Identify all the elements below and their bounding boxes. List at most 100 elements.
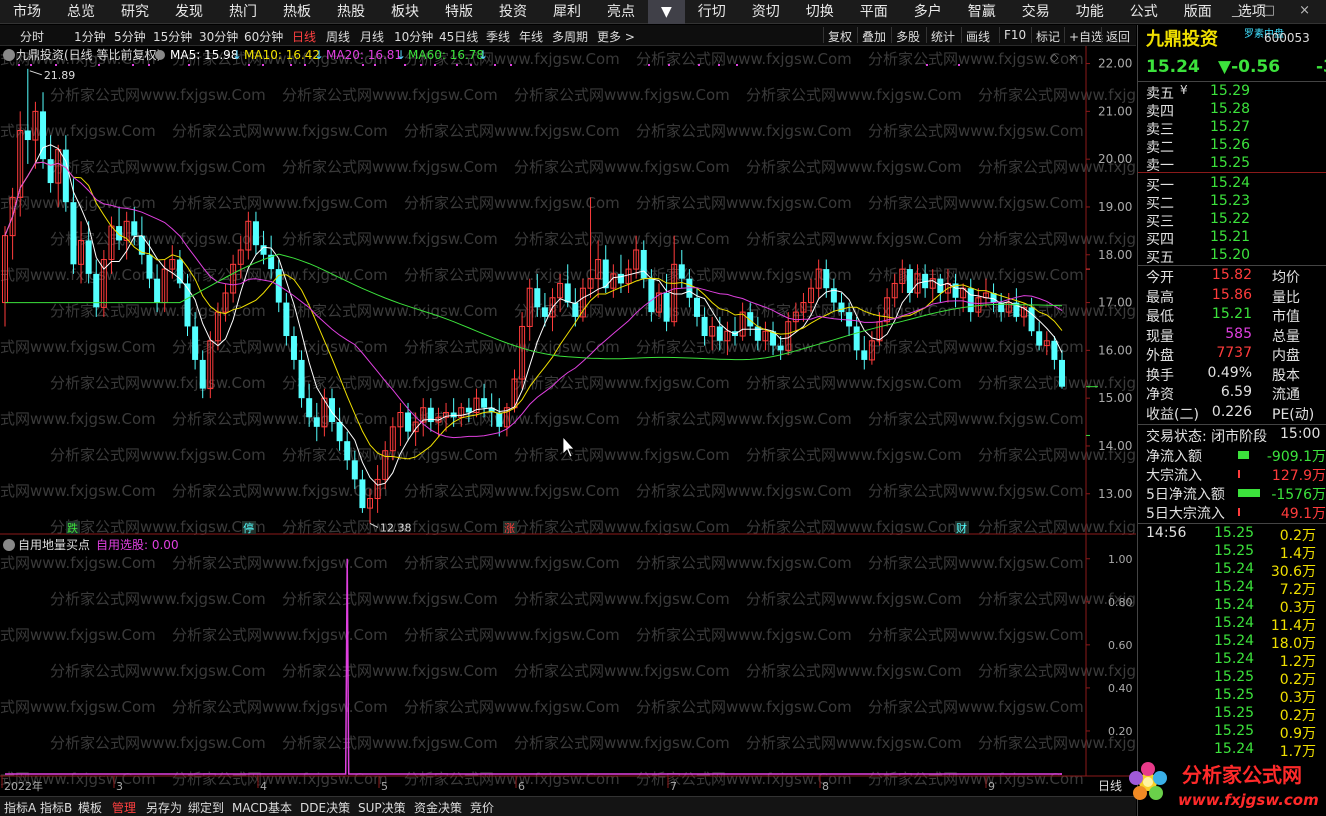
menu-item-13[interactable]: 行切 [685,0,739,24]
bottom-tab-7[interactable]: DDE决策 [300,799,350,816]
bid-price[interactable]: 15.21 [1210,229,1250,245]
candle-body [405,412,412,432]
bottom-tab-1[interactable]: 指标B [40,799,72,816]
ask-price[interactable]: 15.26 [1210,137,1250,153]
stock-name[interactable]: 九鼎投资 [1146,29,1218,50]
period-6[interactable]: 日线 [292,28,316,45]
period-9[interactable]: 10分钟 [394,28,433,45]
menu-item-0[interactable]: 市场 [0,0,54,24]
stat-label-2: PE(动) [1272,406,1315,423]
period-12[interactable]: 年线 [519,28,543,45]
watermark-text: 分析家公式网www.fxjgsw.Com [746,86,962,104]
kline-chart-svg[interactable]: 分析家公式网www.fxjgsw.Com 分析家公式网www.fxjgsw.Com… [0,46,1194,796]
menu-item-19[interactable]: 交易 [1009,0,1063,24]
toolbar-button-5[interactable]: F10 [1004,28,1026,42]
bid-price[interactable]: 15.24 [1210,175,1250,191]
ma60-label: MA60: 16.78 [408,48,484,62]
toolbar-button-7[interactable]: +自选 [1069,28,1103,45]
period-3[interactable]: 15分钟 [153,28,192,45]
menu-item-20[interactable]: 功能 [1063,0,1117,24]
ask-price[interactable]: 15.28 [1210,101,1250,117]
ask-price[interactable]: 15.25 [1210,155,1250,171]
bottom-tab-2[interactable]: 模板 [78,799,102,816]
watermark-text: 分析家公式网www.fxjgsw.Com [868,770,1084,788]
period-2[interactable]: 5分钟 [114,28,146,45]
event-dot [958,64,960,66]
toolbar-button-4[interactable]: 画线 [966,28,990,45]
candle-body [534,288,541,308]
bid-price[interactable]: 15.20 [1210,247,1250,263]
menu-item-4[interactable]: 热门 [216,0,270,24]
menu-item-5[interactable]: 热板 [270,0,324,24]
candle-body [617,273,624,284]
menu-item-9[interactable]: 投资 [486,0,540,24]
tick-price: 15.24 [1214,615,1255,631]
event-dot [668,64,670,66]
menu-item-8[interactable]: 特版 [432,0,486,24]
menu-item-22[interactable]: 版面 [1171,0,1225,24]
toolbar-button-8[interactable]: 返回 [1106,28,1130,45]
event-dot [98,64,100,66]
bottom-tab-4[interactable]: 另存为 [146,799,182,816]
menu-item-17[interactable]: 多户 [901,0,955,24]
bottom-tab-5[interactable]: 绑定到 [188,799,224,816]
period-7[interactable]: 周线 [326,28,350,45]
ma5-label: MA5: 15.98 [170,48,238,62]
menu-item-11[interactable]: 亮点 [594,0,648,24]
period-0[interactable]: 分时 [20,28,44,45]
period-14[interactable]: 更多 > [597,28,635,45]
bottom-tab-8[interactable]: SUP决策 [358,799,406,816]
bottom-tab-9[interactable]: 资金决策 [414,799,462,816]
chart-area[interactable]: 分析家公式网www.fxjgsw.Com 分析家公式网www.fxjgsw.Com… [0,46,1194,802]
period-10[interactable]: 45日线 [439,28,478,45]
period-13[interactable]: 多周期 [552,28,588,45]
tick-price: 15.24 [1214,597,1255,613]
ask-price[interactable]: 15.27 [1210,119,1250,135]
menu-item-21[interactable]: 公式 [1117,0,1171,24]
menu-item-1[interactable]: 总览 [54,0,108,24]
flow-value: 127.9万 [1271,468,1326,484]
tick-price: 15.25 [1214,669,1255,685]
toolbar-button-6[interactable]: 标记 [1036,28,1060,45]
period-11[interactable]: 季线 [486,28,510,45]
menu-item-6[interactable]: 热股 [324,0,378,24]
candle-body [465,407,472,413]
period-8[interactable]: 月线 [360,28,384,45]
watermark-text: 分析家公式网www.fxjgsw.Com [514,230,730,248]
watermark-text: 分析家公式网www.fxjgsw.Com [404,698,620,716]
period-5[interactable]: 60分钟 [244,28,283,45]
toolbar-button-2[interactable]: 多股 [896,28,920,45]
menu-item-2[interactable]: 研究 [108,0,162,24]
period-4[interactable]: 30分钟 [199,28,238,45]
bid-price[interactable]: 15.23 [1210,193,1250,209]
menu-item-3[interactable]: 发现 [162,0,216,24]
menu-item-15[interactable]: 切换 [793,0,847,24]
menu-item-12[interactable]: ▼ [648,0,685,24]
bottom-tab-3[interactable]: 管理 [112,799,136,816]
menu-item-10[interactable]: 犀利 [540,0,594,24]
bottom-tab-6[interactable]: MACD基本 [232,799,292,816]
watermark-text: 分析家公式网www.fxjgsw.Com [514,446,730,464]
menu-item-14[interactable]: 资切 [739,0,793,24]
ask-row: 卖二 15.26 [1146,137,1250,157]
menu-item-7[interactable]: 板块 [378,0,432,24]
period-1[interactable]: 1分钟 [74,28,106,45]
watermark-text: 分析家公式网www.fxjgsw.Com [978,230,1136,248]
window-controls[interactable]: _ □ × [1232,3,1320,18]
bottom-tab-10[interactable]: 竞价 [470,799,494,816]
ask-price[interactable]: 15.29 [1210,83,1250,99]
candle-body [747,312,754,327]
toolbar-button-0[interactable]: 复权 [828,28,852,45]
toolbar-button-3[interactable]: 统计 [931,28,955,45]
watermark-text: 分析家公式网www.fxjgsw.Com [172,410,388,428]
y-tick-label: 14.00 [1098,439,1132,453]
candle [298,350,305,408]
menu-item-16[interactable]: 平面 [847,0,901,24]
tick-price: 15.25 [1214,723,1255,739]
menu-item-18[interactable]: 智赢 [955,0,1009,24]
bottom-tab-0[interactable]: 指标A [4,799,36,816]
watermark-text: 分析家公式网www.fxjgsw.Com [172,698,388,716]
bid-price[interactable]: 15.22 [1210,211,1250,227]
toolbar-button-1[interactable]: 叠加 [862,28,886,45]
toolbar-separator [1031,27,1032,43]
